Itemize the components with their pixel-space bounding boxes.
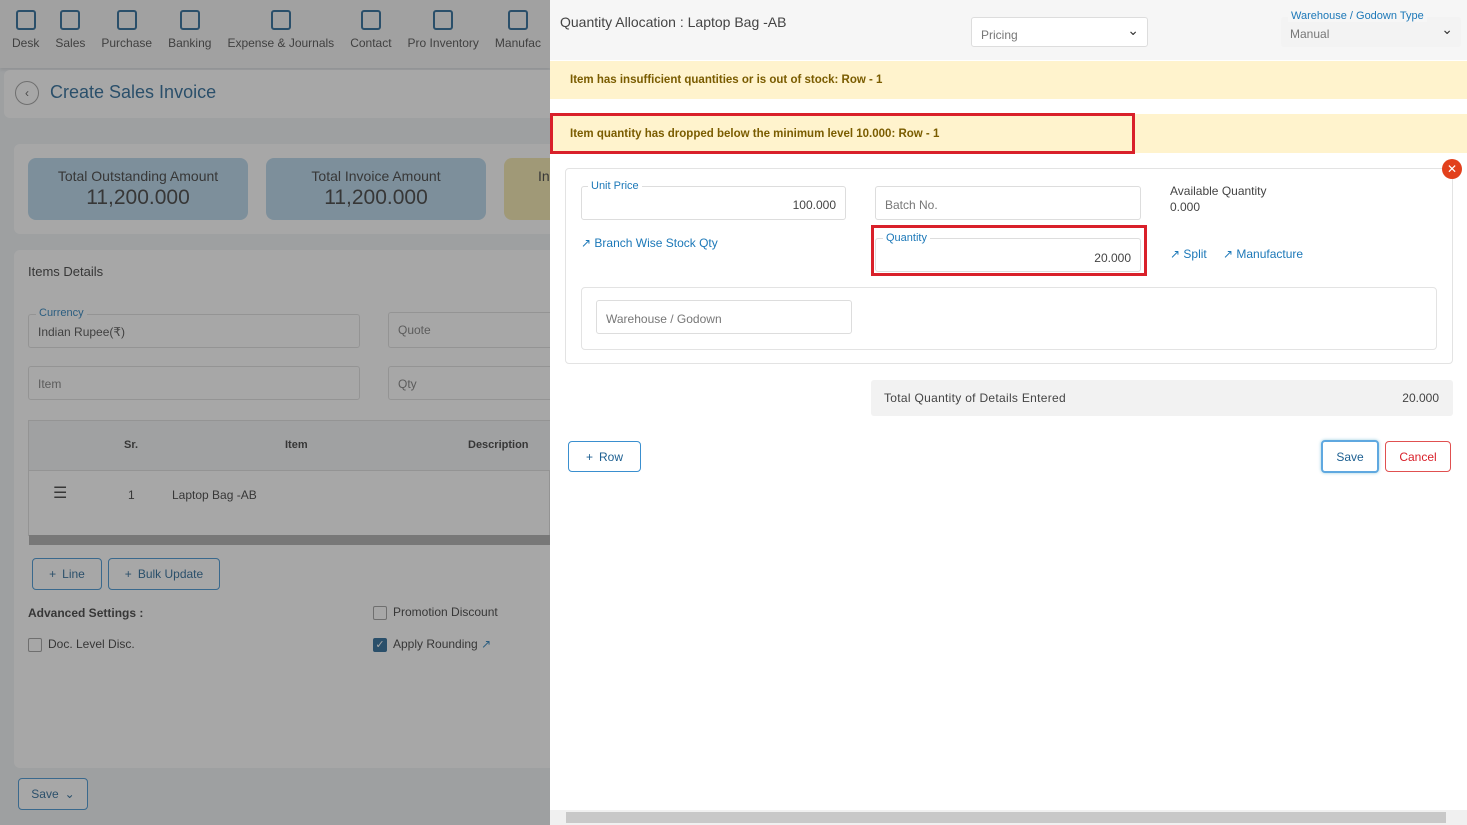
pricing-select[interactable]: Pricing ⌄ [971, 17, 1148, 47]
available-qty-value: 0.000 [1170, 200, 1201, 214]
select-value: Manual [1290, 27, 1330, 41]
highlight-box [871, 225, 1147, 276]
external-link-icon: ↗ [581, 236, 595, 250]
chevron-down-icon: ⌄ [1441, 21, 1453, 37]
link-text: Split [1183, 247, 1207, 261]
scrollbar-thumb[interactable] [566, 812, 1446, 823]
add-row-button[interactable]: + Row [568, 441, 641, 472]
btn-label: Save [1336, 449, 1364, 464]
cancel-button[interactable]: Cancel [1385, 441, 1451, 472]
alert-text: Item has insufficient quantities or is o… [570, 74, 883, 86]
split-link[interactable]: ↗ Split [1170, 247, 1207, 261]
plus-icon: + [585, 449, 593, 464]
total-label: Total Quantity of Details Entered [884, 391, 1066, 405]
save-button[interactable]: Save [1321, 440, 1379, 473]
unit-price-label: Unit Price [588, 180, 642, 192]
batch-field[interactable]: Batch No. [875, 186, 1141, 220]
quantity-allocation-panel: Quantity Allocation : Laptop Bag -AB Pri… [550, 0, 1467, 825]
manufacture-link[interactable]: ↗ Manufacture [1223, 247, 1303, 261]
warehouse-field[interactable]: Warehouse / Godown [596, 300, 852, 334]
highlight-box [550, 113, 1135, 154]
btn-label: Row [599, 449, 624, 464]
external-link-icon: ↗ [1223, 247, 1237, 261]
link-text: Manufacture [1236, 247, 1304, 261]
select-value: Pricing [981, 28, 1018, 42]
warehouse-type-label: Warehouse / Godown Type [1288, 10, 1427, 22]
chevron-down-icon: ⌄ [1127, 22, 1139, 38]
total-value: 20.000 [1402, 391, 1439, 405]
placeholder: Warehouse / Godown [606, 312, 722, 326]
available-qty-label: Available Quantity [1170, 184, 1267, 198]
external-link-icon: ↗ [1170, 247, 1184, 261]
alert-insufficient-stock: Item has insufficient quantities or is o… [550, 61, 1467, 99]
placeholder: Batch No. [885, 198, 938, 212]
panel-title: Quantity Allocation : Laptop Bag -AB [560, 14, 787, 30]
horizontal-scrollbar[interactable] [550, 810, 1467, 825]
modal-backdrop[interactable] [0, 0, 550, 825]
total-quantity-bar: Total Quantity of Details Entered 20.000 [871, 380, 1453, 416]
branch-stock-link[interactable]: ↗ Branch Wise Stock Qty [581, 236, 718, 250]
link-text: Branch Wise Stock Qty [594, 236, 718, 250]
btn-label: Cancel [1399, 449, 1437, 464]
field-value: 100.000 [792, 198, 836, 212]
remove-row-icon[interactable]: ✕ [1442, 159, 1462, 179]
